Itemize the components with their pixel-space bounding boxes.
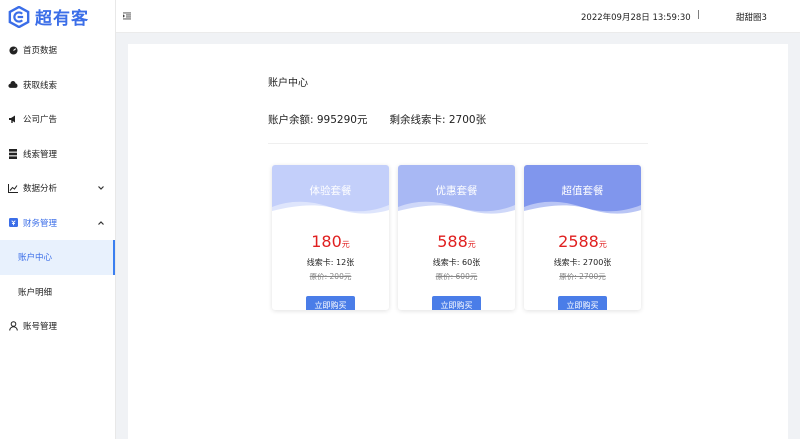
package-name: 体验套餐 (309, 185, 352, 197)
sidebar-item-label: 财务管理 (23, 218, 58, 229)
sidebar-item-company-ads[interactable]: 公司广告 (0, 102, 115, 137)
sidebar-item-label: 线索管理 (23, 149, 58, 160)
chevron-down-icon (98, 186, 104, 191)
price-unit: 元 (341, 240, 350, 249)
wallet-icon (8, 218, 18, 228)
package-list: 体验套餐 180元 线索卡: 12张 原价: 200元 立即购买 优惠套餐 58… (272, 165, 641, 310)
user-name[interactable]: 甜甜圈3 (736, 11, 767, 23)
chevron-up-icon (98, 220, 104, 225)
megaphone-icon (8, 114, 18, 124)
top-header: 2022年09月28日 13:59:30 | 甜甜圈3 (116, 0, 800, 33)
price-unit: 元 (467, 240, 476, 249)
wave-decoration (524, 201, 641, 217)
sidebar-item-account-details[interactable]: 账户明细 (0, 275, 115, 310)
brand-name: 超有客 (35, 9, 89, 29)
sidebar-item-label: 获取线索 (23, 80, 58, 91)
sidebar-item-label: 账号管理 (23, 322, 58, 333)
buy-now-button[interactable]: 立即购买 (306, 296, 355, 310)
logo[interactable]: 超有客 (0, 0, 115, 33)
sidebar-item-label: 数据分析 (23, 184, 58, 195)
sidebar-menu: 首页数据 获取线索 公司广告 线索管理 数据分析 财务管理 账户中心 账户明细 … (0, 33, 115, 344)
package-lead-count: 线索卡: 2700张 (553, 258, 612, 267)
package-price: 180元 (272, 233, 389, 254)
price-value: 2588 (558, 232, 599, 251)
sidebar-item-label: 首页数据 (23, 46, 58, 57)
price-value: 588 (437, 232, 468, 251)
buy-now-button[interactable]: 立即购买 (432, 296, 481, 310)
package-name: 优惠套餐 (435, 185, 478, 197)
package-card-header: 优惠套餐 (398, 165, 515, 217)
package-card-discount: 优惠套餐 588元 线索卡: 60张 原价: 600元 立即购买 (398, 165, 515, 310)
sidebar-item-lead-management[interactable]: 线索管理 (0, 137, 115, 172)
account-balance: 账户余额: 995290元 (268, 114, 368, 126)
sidebar: 超有客 首页数据 获取线索 公司广告 线索管理 数据分析 财务管理 账户中心 账… (0, 0, 116, 439)
buy-now-button[interactable]: 立即购买 (558, 296, 607, 310)
package-name: 超值套餐 (561, 185, 604, 197)
package-card-header: 超值套餐 (524, 165, 641, 217)
sidebar-item-label: 账户明细 (18, 287, 53, 298)
current-datetime: 2022年09月28日 13:59:30 (581, 13, 691, 23)
wave-decoration (272, 201, 389, 217)
account-summary: 账户余额: 995290元 剩余线索卡: 2700张 (268, 112, 486, 127)
package-price: 588元 (398, 233, 515, 254)
price-unit: 元 (598, 240, 607, 249)
chart-icon (8, 183, 18, 193)
page-title: 账户中心 (268, 78, 308, 89)
package-original-price: 原价: 2700元 (559, 272, 606, 281)
package-card-trial: 体验套餐 180元 线索卡: 12张 原价: 200元 立即购买 (272, 165, 389, 310)
sidebar-item-home-data[interactable]: 首页数据 (0, 33, 115, 68)
package-original-price: 原价: 200元 (309, 272, 352, 281)
package-price: 2588元 (524, 233, 641, 254)
list-icon (8, 148, 18, 159)
dashboard-icon (8, 45, 18, 55)
user-icon (8, 321, 18, 331)
sidebar-item-account-management[interactable]: 账号管理 (0, 309, 115, 344)
package-lead-count: 线索卡: 60张 (432, 258, 481, 267)
menu-fold-icon[interactable] (123, 12, 131, 20)
sidebar-item-get-leads[interactable]: 获取线索 (0, 68, 115, 103)
price-value: 180 (311, 232, 342, 251)
header-separator: | (697, 10, 701, 20)
cloud-icon (8, 80, 18, 90)
sidebar-item-label: 账户中心 (18, 253, 53, 264)
sidebar-item-data-analysis[interactable]: 数据分析 (0, 171, 115, 206)
wave-decoration (398, 201, 515, 217)
sidebar-item-finance-management[interactable]: 财务管理 (0, 206, 115, 241)
package-card-value: 超值套餐 2588元 线索卡: 2700张 原价: 2700元 立即购买 (524, 165, 641, 310)
package-lead-count: 线索卡: 12张 (306, 258, 355, 267)
remaining-lead-cards: 剩余线索卡: 2700张 (389, 114, 487, 126)
sidebar-item-label: 公司广告 (23, 115, 58, 126)
package-original-price: 原价: 600元 (435, 272, 478, 281)
divider (268, 143, 648, 144)
package-card-header: 体验套餐 (272, 165, 389, 217)
brand-logo-icon (8, 5, 30, 28)
sidebar-item-account-center[interactable]: 账户中心 (0, 240, 115, 275)
main-content: 账户中心 账户余额: 995290元 剩余线索卡: 2700张 体验套餐 180… (128, 44, 788, 439)
